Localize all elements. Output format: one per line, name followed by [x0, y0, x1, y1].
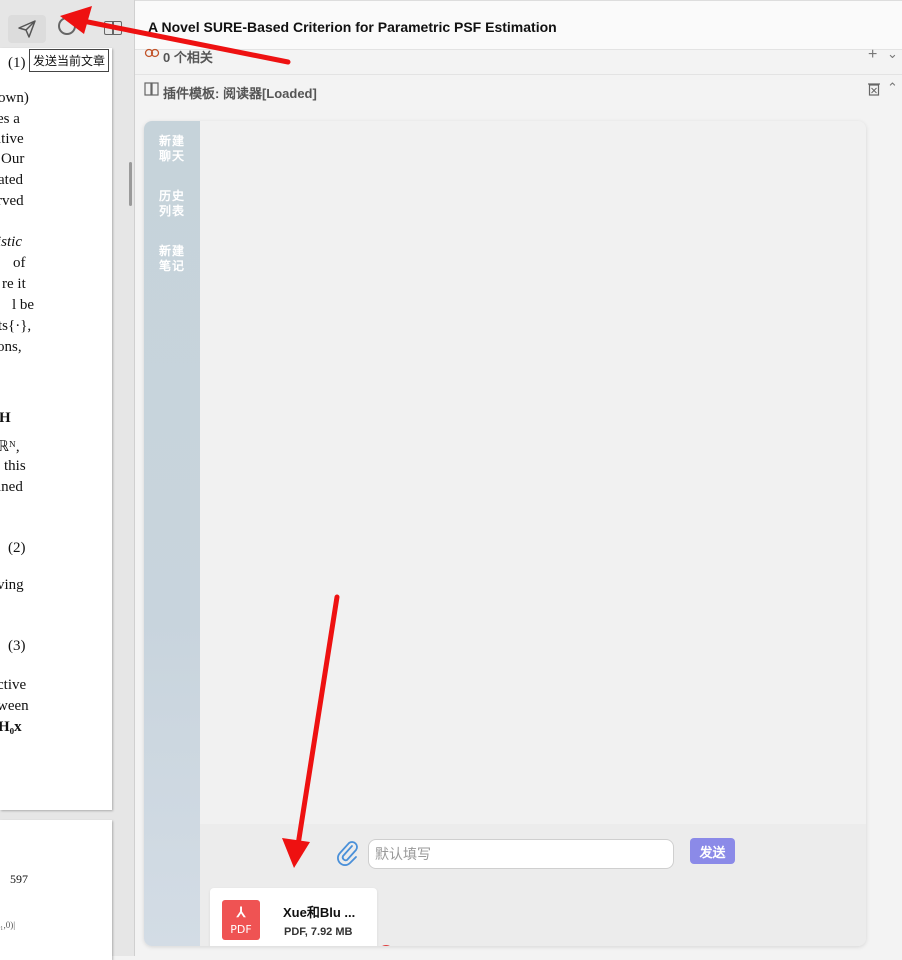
pdf-text: l be — [12, 297, 35, 313]
tooltip: 发送当前文章 — [29, 49, 110, 72]
new-note-label-1: 新建 — [158, 244, 185, 258]
chat-message-area[interactable] — [200, 121, 866, 824]
pdf-text: es a — [0, 111, 20, 127]
related-count: 0 个相关 — [163, 50, 213, 65]
new-chat-label-1: 新建 — [158, 134, 185, 148]
pdf-text: ₑ₁,0)| — [0, 920, 15, 930]
pdf-text: (2) — [8, 540, 26, 556]
circle-icon[interactable] — [58, 17, 76, 35]
page-title: A Novel SURE-Based Criterion for Paramet… — [148, 19, 557, 35]
history-label-1: 历史 — [158, 189, 185, 203]
pdf-text: H — [0, 410, 11, 426]
pdf-file-icon: ⅄ PDF — [222, 900, 260, 940]
pdf-text: own) — [0, 90, 29, 106]
pdf-text: ts{·}, — [0, 318, 32, 334]
link-icon — [144, 48, 160, 58]
page-number: 597 — [10, 872, 28, 886]
pdf-page[interactable]: 597 ₑ₁,0)| — [0, 820, 112, 960]
scrollbar[interactable] — [129, 162, 132, 206]
related-section[interactable]: 0 个相关 + ⌄ — [135, 46, 902, 75]
pdf-viewer[interactable]: (1) own) es a itive Our ated rved istic … — [0, 0, 135, 960]
doc-header: A Novel SURE-Based Criterion for Paramet… — [135, 0, 902, 50]
attachment-card[interactable]: ⅄ PDF Xue和Blu ... PDF, 7.92 MB ✕ — [210, 888, 394, 946]
pdf-text: rved — [0, 193, 24, 209]
chevron-down-icon[interactable]: ⌄ — [887, 46, 898, 62]
pdf-text: ons, — [0, 339, 22, 355]
pdf-text: ctive — [0, 677, 27, 693]
send-article-button[interactable] — [8, 15, 46, 43]
pdf-text: re it — [2, 276, 26, 292]
history-list-button[interactable]: 历史 列表 — [150, 189, 194, 219]
history-label-2: 列表 — [158, 204, 185, 218]
attachment-meta: PDF, 7.92 MB — [284, 926, 353, 938]
pdf-text: istic — [0, 234, 22, 250]
pdf-icon-label: PDF — [230, 923, 252, 936]
chat-input[interactable]: 默认填写 — [368, 839, 674, 869]
remove-attachment-icon[interactable]: ✕ — [378, 945, 394, 946]
chat-input-bar: 默认填写 发送 ⅄ PDF Xue和Blu ... PDF, 7.92 MB ✕ — [200, 824, 866, 946]
plugin-title: 插件模板: 阅读器[Loaded] — [163, 86, 317, 101]
pdf-text: this — [4, 458, 26, 474]
attachment-name: Xue和Blu ... — [283, 905, 356, 920]
panel-toggle-icon[interactable] — [104, 21, 122, 35]
pdf-text: H₀x — [0, 719, 22, 735]
chat-sidebar: 新建 聊天 历史 列表 新建 笔记 — [144, 121, 200, 946]
pdf-text: ℝᴺ, — [0, 439, 20, 455]
new-note-label-2: 笔记 — [158, 259, 185, 273]
plus-icon[interactable]: + — [868, 46, 877, 64]
pdf-page[interactable]: (1) own) es a itive Our ated rved istic … — [0, 48, 112, 810]
pdf-text: of — [13, 255, 26, 271]
pdf-text: ined — [0, 479, 23, 495]
book-icon — [144, 82, 159, 96]
chat-plugin-panel: 新建 聊天 历史 列表 新建 笔记 默认填写 发送 ⅄ PDF Xue和Blu … — [144, 121, 866, 946]
pdf-text: ving — [0, 577, 24, 593]
chevron-up-icon[interactable]: ⌃ — [887, 80, 898, 96]
pdf-text: Our — [1, 151, 25, 167]
pdf-text: ated — [0, 172, 23, 188]
new-note-button[interactable]: 新建 笔记 — [150, 244, 194, 274]
acrobat-icon: ⅄ — [236, 904, 246, 920]
send-icon — [18, 20, 36, 38]
pdf-text: (1) — [8, 55, 26, 71]
new-chat-label-2: 聊天 — [158, 149, 185, 163]
send-button[interactable]: 发送 — [690, 838, 735, 864]
pdf-text: (3) — [8, 638, 26, 654]
new-chat-button[interactable]: 新建 聊天 — [150, 134, 194, 164]
plugin-section[interactable]: 插件模板: 阅读器[Loaded] ⌃ — [135, 76, 902, 104]
trash-icon[interactable] — [868, 82, 880, 96]
pdf-text: itive — [0, 131, 24, 147]
paperclip-icon[interactable] — [336, 840, 360, 866]
pdf-text: ween — [0, 698, 29, 714]
